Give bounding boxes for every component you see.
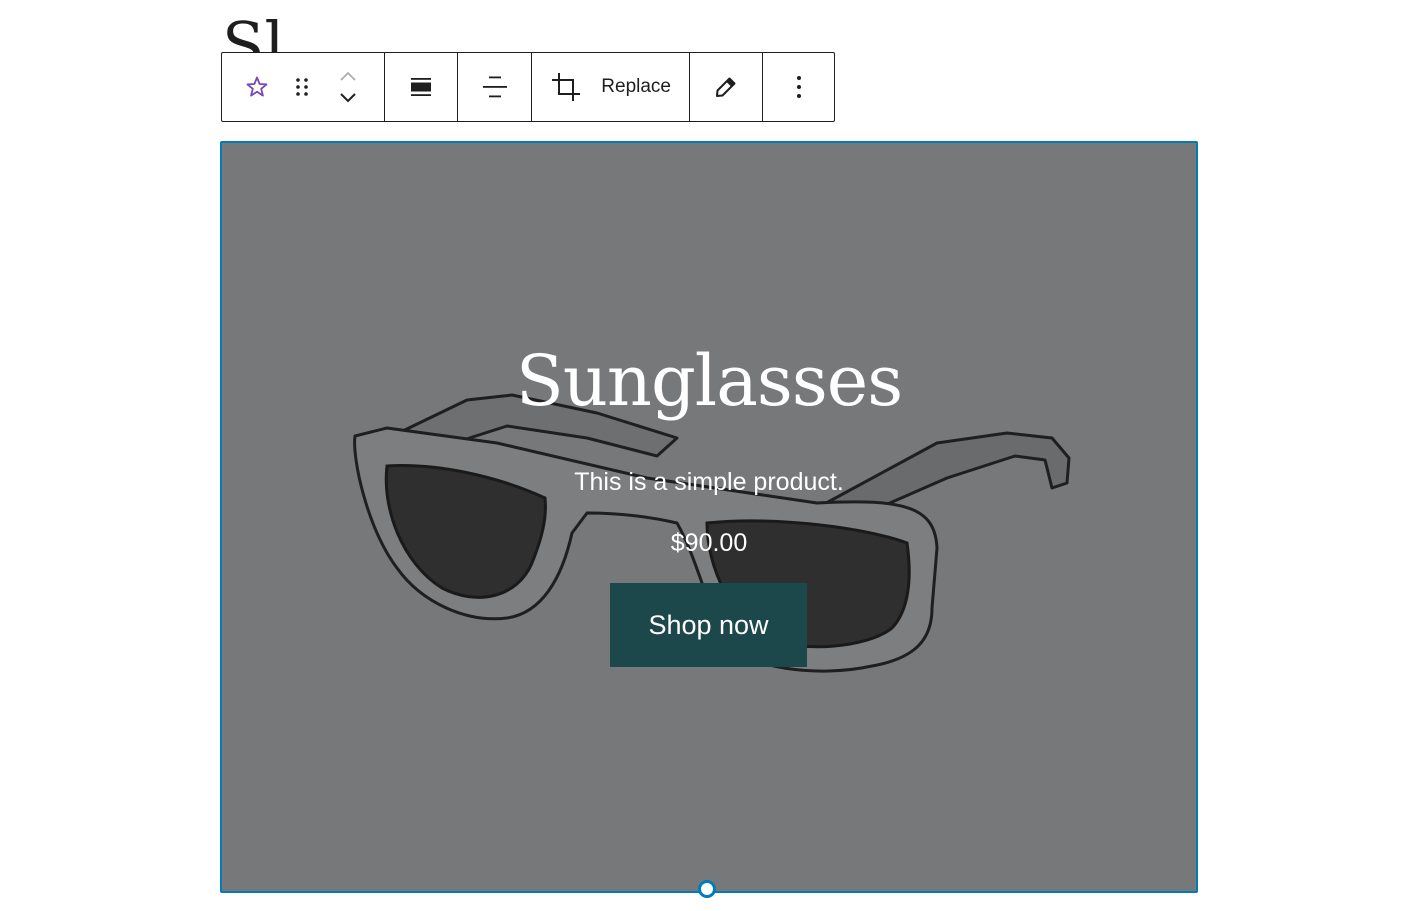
chevron-down-icon (340, 93, 356, 103)
align-full-width-icon (411, 78, 431, 96)
crop-button[interactable] (532, 53, 599, 121)
shop-now-button[interactable]: Shop now (610, 583, 807, 667)
crop-icon (551, 73, 580, 101)
chevron-up-icon (340, 71, 356, 81)
drag-handle-icon (296, 78, 308, 96)
product-description[interactable]: This is a simple product. (222, 468, 1196, 497)
block-toolbar: Replace (221, 52, 835, 122)
vertical-align-group (458, 53, 532, 121)
align-group (385, 53, 458, 121)
block-type-button[interactable] (235, 53, 279, 121)
media-group: Replace (532, 53, 690, 121)
star-icon (246, 76, 268, 97)
cover-inner-content: Sunglasses This is a simple product. $90… (222, 143, 1196, 891)
block-parent-group (222, 53, 385, 121)
edit-button[interactable] (690, 53, 762, 121)
edit-group (690, 53, 763, 121)
replace-button[interactable]: Replace (599, 53, 689, 121)
cover-block[interactable]: Sunglasses This is a simple product. $90… (220, 141, 1198, 893)
editor-canvas: Sl Replace Sunglasses This is a simple p… (0, 0, 1412, 911)
more-group (763, 53, 834, 121)
align-button[interactable] (385, 53, 457, 121)
block-movers (325, 53, 371, 121)
move-up-button[interactable] (338, 67, 358, 85)
drag-handle-button[interactable] (279, 53, 325, 121)
product-price[interactable]: $90.00 (222, 529, 1196, 558)
pencil-icon (716, 77, 736, 97)
more-vertical-icon (796, 76, 801, 98)
more-options-button[interactable] (763, 53, 834, 121)
cover-resize-handle[interactable] (698, 880, 716, 898)
vertical-align-button[interactable] (458, 53, 531, 121)
align-vertical-center-icon (482, 76, 507, 98)
product-title[interactable]: Sunglasses (222, 346, 1196, 416)
move-down-button[interactable] (338, 89, 358, 107)
